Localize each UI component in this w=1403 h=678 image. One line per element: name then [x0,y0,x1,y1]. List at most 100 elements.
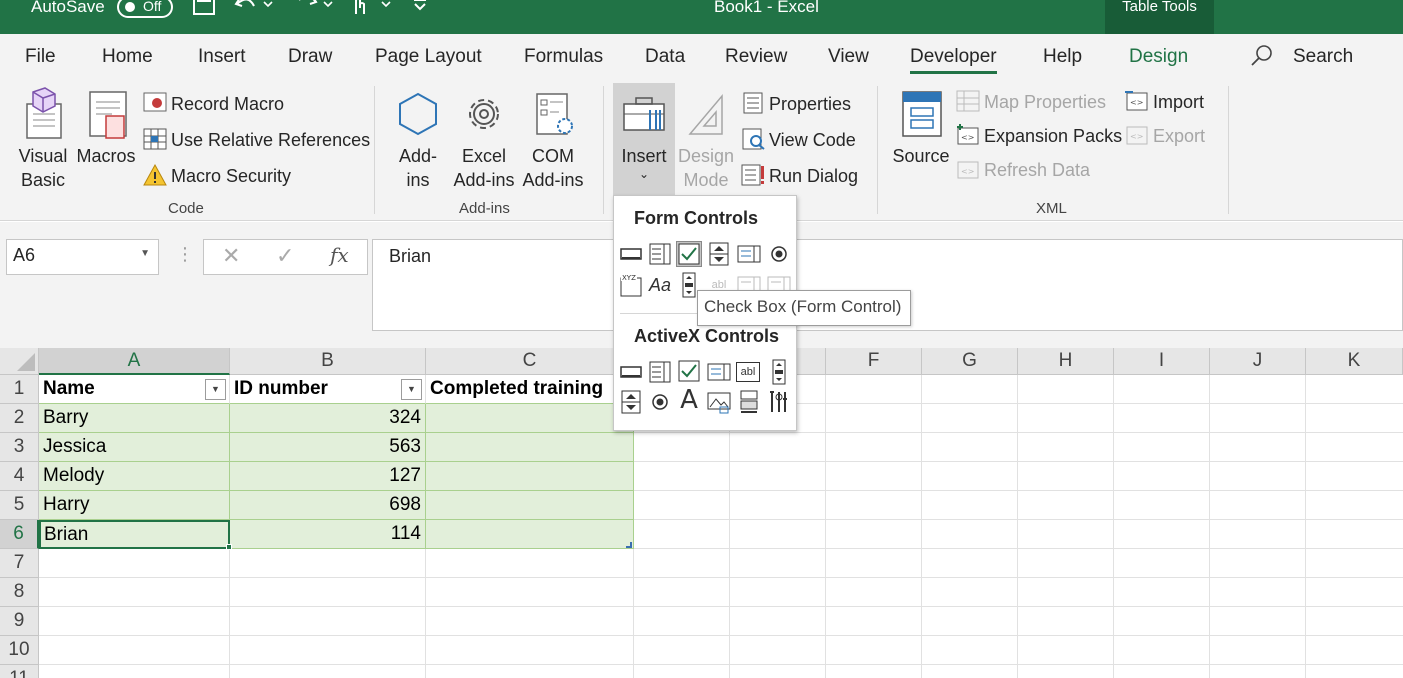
undo-icon[interactable] [234,0,274,22]
run-dialog-button[interactable]: Run Dialog [741,164,858,187]
tab-draw[interactable]: Draw [288,46,332,68]
row-header-10[interactable]: 10 [0,636,39,665]
table-header-completed[interactable]: Completed training [426,375,634,404]
tab-data[interactable]: Data [645,46,685,68]
map-properties-button[interactable]: Map Properties [956,90,1106,113]
activex-button-icon[interactable] [618,359,644,385]
activex-check-box-icon[interactable] [676,359,702,385]
table-resize-handle[interactable] [626,542,632,548]
table-cell[interactable] [426,433,634,462]
redo-icon[interactable] [296,0,336,22]
row-header-4[interactable]: 4 [0,462,39,491]
tab-review[interactable]: Review [725,46,787,68]
table-cell[interactable] [426,404,634,433]
button-control-icon[interactable] [618,241,644,267]
row-header-6[interactable]: 6 [0,520,39,549]
view-code-button[interactable]: View Code [741,128,856,151]
tab-help[interactable]: Help [1043,46,1082,68]
save-icon[interactable] [192,0,216,22]
visual-basic-button[interactable]: Visual Basic [12,86,74,192]
table-cell[interactable]: Barry [39,404,230,433]
search-icon[interactable] [1250,44,1274,74]
table-cell[interactable]: 127 [230,462,426,491]
filter-dropdown-icon[interactable]: ▼ [205,379,226,400]
column-header-h[interactable]: H [1018,348,1114,375]
row-header-8[interactable]: 8 [0,578,39,607]
activex-list-box-icon[interactable] [706,359,732,385]
touch-mode-icon[interactable] [350,0,394,22]
insert-function-button[interactable]: fx [330,243,349,267]
table-cell[interactable] [426,462,634,491]
macro-security-button[interactable]: Macro Security [143,164,291,187]
tab-page-layout[interactable]: Page Layout [375,46,482,68]
column-header-i[interactable]: I [1114,348,1210,375]
design-mode-button[interactable]: Design Mode [676,86,736,192]
activex-spin-button-icon[interactable] [618,389,644,415]
table-header-id[interactable]: ID number ▼ [230,375,426,404]
tab-insert[interactable]: Insert [198,46,246,68]
table-cell[interactable]: Harry [39,491,230,520]
row-header-9[interactable]: 9 [0,607,39,636]
table-cell[interactable]: Melody [39,462,230,491]
table-cell[interactable] [426,491,634,520]
table-header-name[interactable]: Name ▼ [39,375,230,404]
check-box-icon[interactable] [676,241,702,267]
cancel-icon[interactable]: ✕ [222,243,240,269]
tab-home[interactable]: Home [102,46,153,68]
activex-option-button-icon[interactable] [647,389,673,415]
fill-handle[interactable] [226,544,232,550]
expansion-packs-button[interactable]: <> Expansion Packs [956,124,1122,147]
column-header-a[interactable]: A [39,348,230,375]
column-header-k[interactable]: K [1306,348,1403,375]
record-macro-button[interactable]: Record Macro [143,92,284,115]
refresh-data-button[interactable]: <> Refresh Data [956,158,1090,181]
table-cell[interactable]: 698 [230,491,426,520]
combo-box-icon[interactable] [647,241,673,267]
export-button[interactable]: <> Export [1125,124,1205,147]
row-header-11[interactable]: 11 [0,665,39,678]
tab-view[interactable]: View [828,46,869,68]
search-label[interactable]: Search [1293,46,1353,68]
import-button[interactable]: <> Import [1125,90,1204,113]
tab-formulas[interactable]: Formulas [524,46,603,68]
relative-references-button[interactable]: Use Relative References [143,128,370,151]
autosave-toggle[interactable]: Off [117,0,173,18]
tab-file[interactable]: File [25,46,56,68]
activex-label-icon[interactable]: A [676,387,702,413]
group-box-icon[interactable]: XYZ [618,272,644,298]
column-header-j[interactable]: J [1210,348,1306,375]
filter-dropdown-icon[interactable]: ▼ [401,379,422,400]
table-cell[interactable]: 324 [230,404,426,433]
macros-button[interactable]: Macros [76,86,136,168]
activex-scroll-bar-icon[interactable] [766,359,792,385]
activex-toggle-button-icon[interactable] [736,389,762,415]
insert-control-button[interactable]: Insert ⌄ [613,86,675,180]
tab-design[interactable]: Design [1129,46,1188,68]
add-ins-button[interactable]: Add- ins [392,86,444,192]
activex-text-box-icon[interactable]: abl [736,362,760,382]
activex-combo-box-icon[interactable] [647,359,673,385]
com-add-ins-button[interactable]: COM Add-ins [518,86,588,192]
enter-check-icon[interactable]: ✓ [276,243,294,269]
table-cell[interactable]: Jessica [39,433,230,462]
more-controls-icon[interactable] [766,389,792,415]
name-box[interactable]: A6 ▼ [6,239,159,275]
column-header-f[interactable]: F [826,348,922,375]
column-header-c[interactable]: C [426,348,634,375]
table-cell[interactable] [426,520,634,549]
excel-add-ins-button[interactable]: Excel Add-ins [450,86,518,192]
column-header-g[interactable]: G [922,348,1018,375]
select-all-button[interactable] [0,348,39,375]
customize-qat-icon[interactable] [412,0,428,22]
option-button-icon[interactable] [766,241,792,267]
label-control-icon[interactable]: Aa [647,272,673,298]
row-header-7[interactable]: 7 [0,549,39,578]
spin-button-icon[interactable] [706,241,732,267]
properties-button[interactable]: Properties [741,92,851,115]
table-cell[interactable]: 114 [230,520,426,549]
chevron-down-icon[interactable]: ▼ [140,248,150,259]
column-header-b[interactable]: B [230,348,426,375]
list-box-icon[interactable] [736,241,762,267]
tab-developer[interactable]: Developer [910,46,997,74]
table-cell[interactable]: 563 [230,433,426,462]
